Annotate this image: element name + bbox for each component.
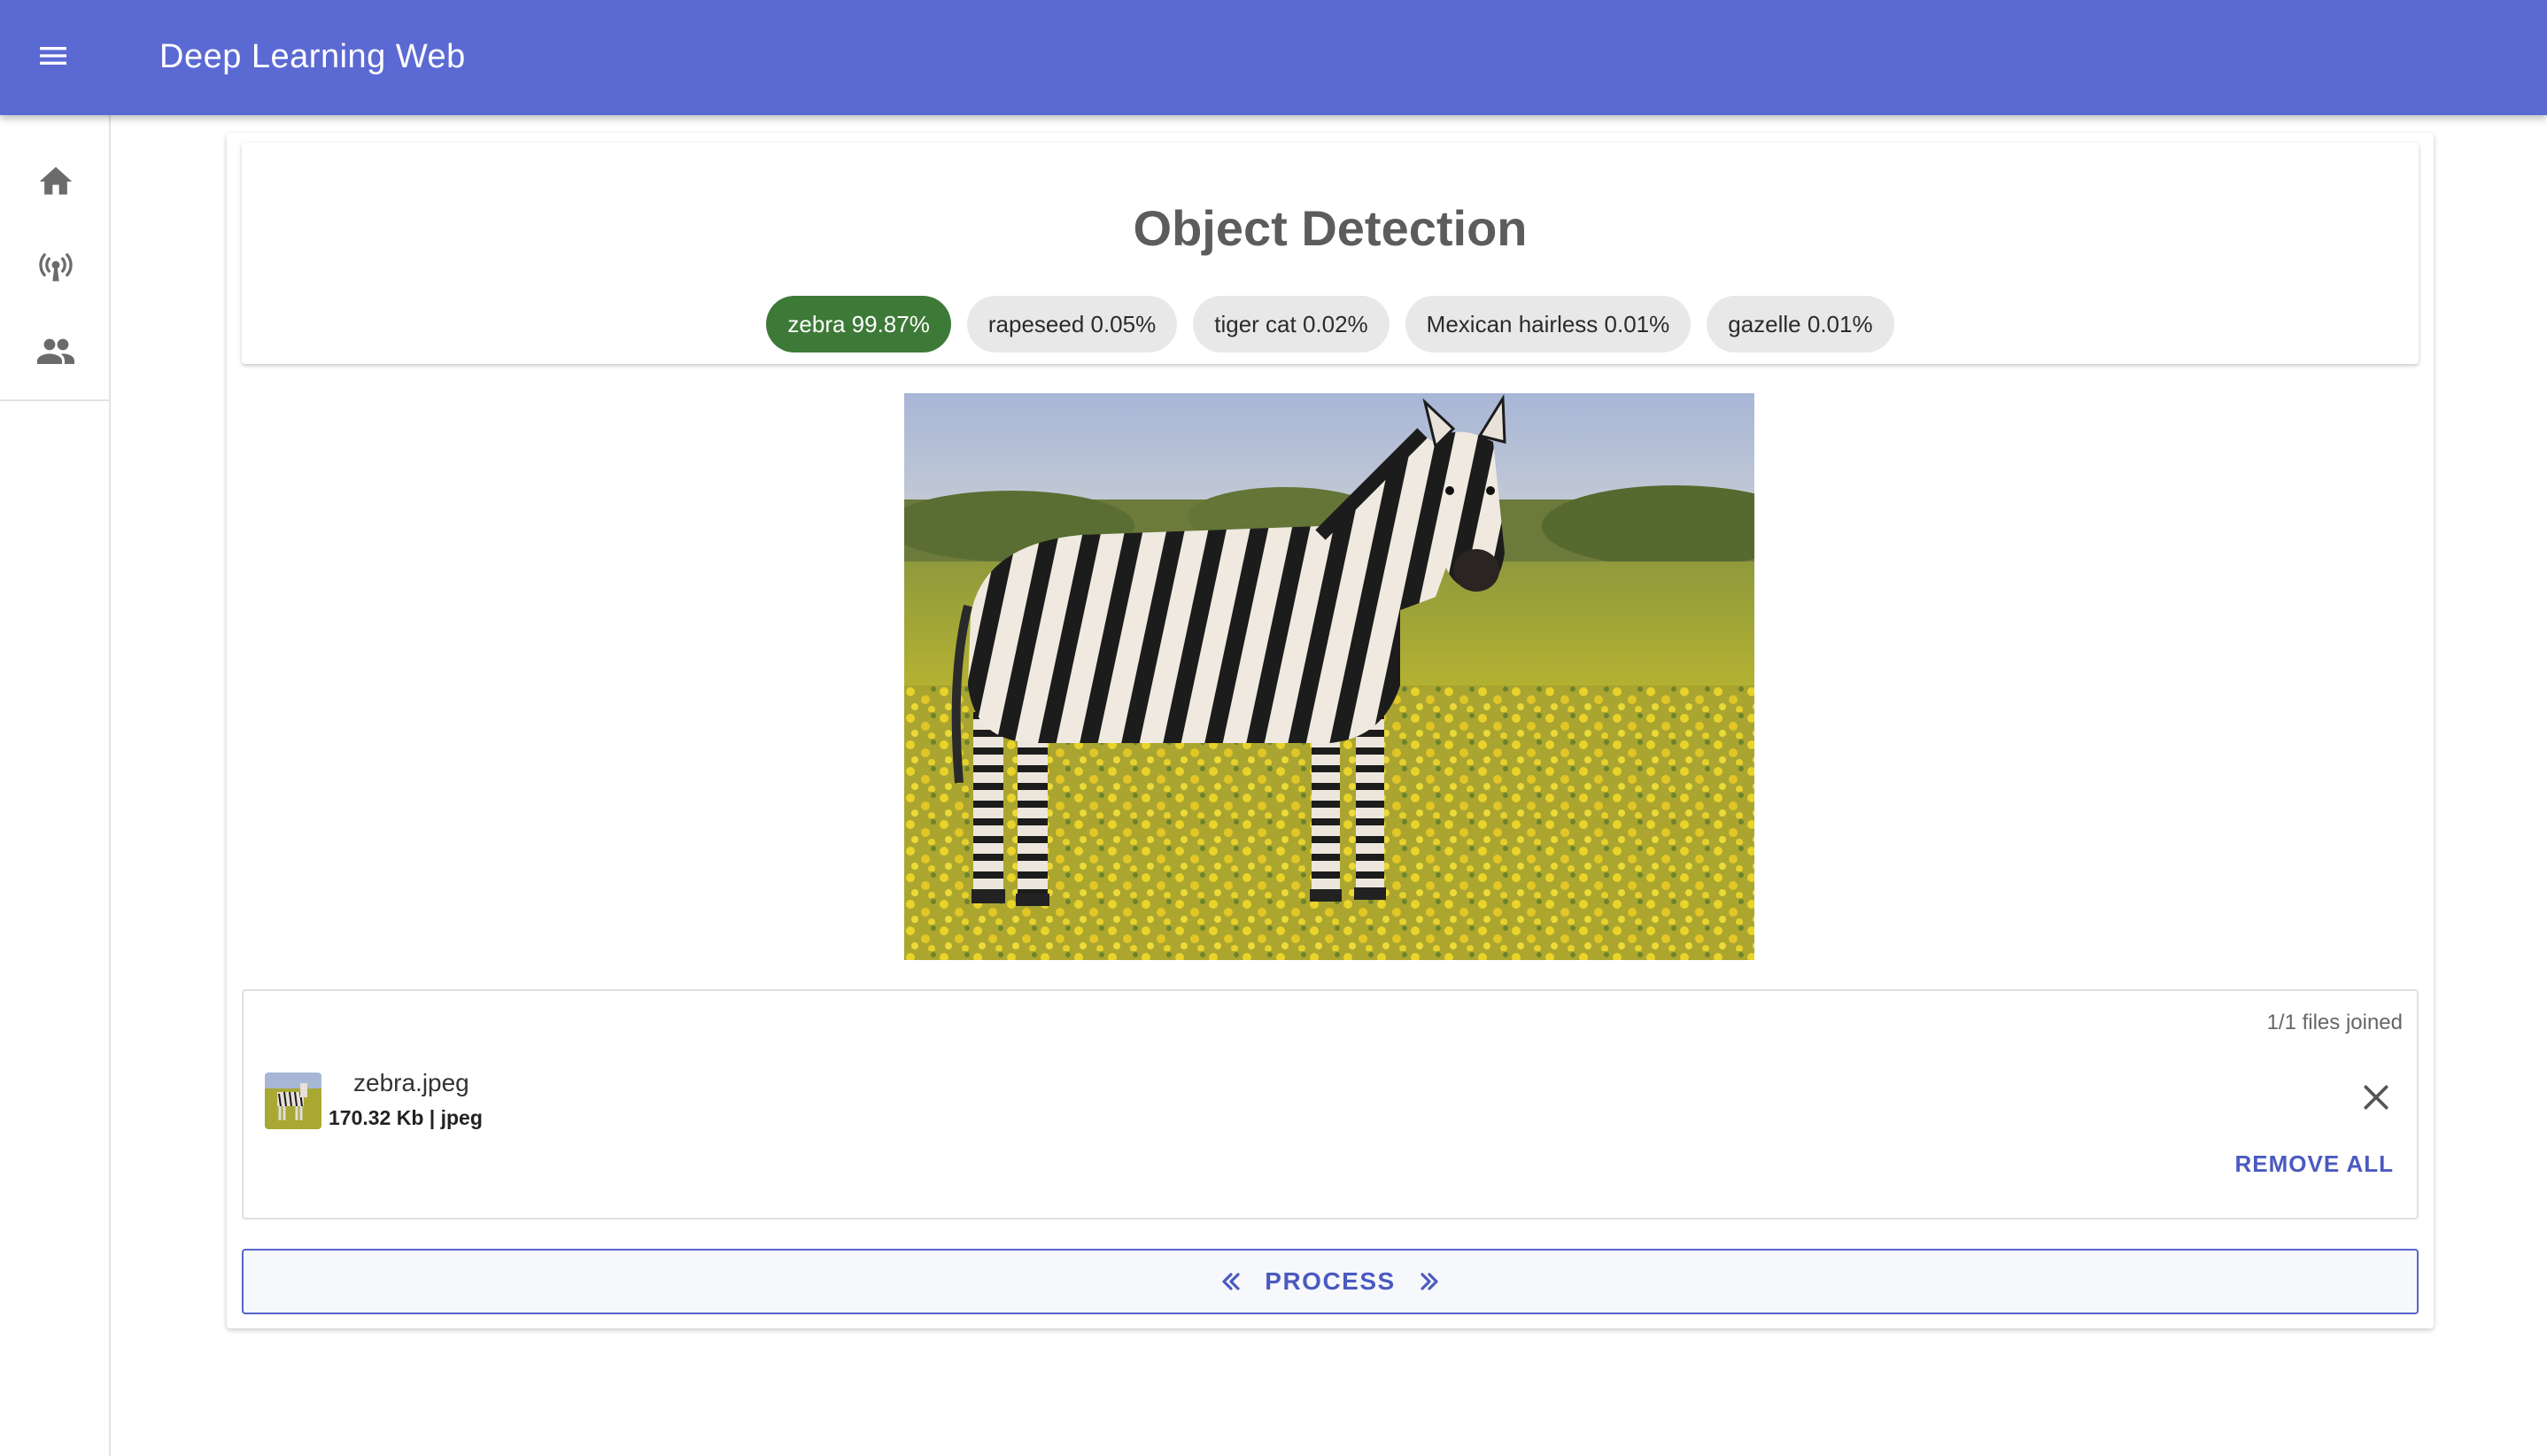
app-title: Deep Learning Web: [159, 38, 466, 75]
broadcast-icon: [38, 253, 73, 282]
side-rail: [0, 115, 111, 1456]
prediction-chip-rapeseed[interactable]: rapeseed 0.05%: [966, 296, 1178, 352]
prediction-chip-gazelle[interactable]: gazelle 0.01%: [1707, 296, 1894, 352]
files-joined-count: 1/1 files joined: [2266, 1011, 2403, 1034]
app-bar: Deep Learning Web: [0, 0, 2547, 115]
people-icon: [36, 338, 74, 364]
menu-button[interactable]: [25, 27, 81, 84]
remove-file-button[interactable]: [2353, 1074, 2399, 1120]
file-dropzone[interactable]: 1/1 files joined zebra.jpeg 170.32 Kb | …: [242, 989, 2419, 1220]
main-card: Object Detection zebra 99.87% rapeseed 0…: [227, 133, 2434, 1328]
preview-image: [904, 393, 1754, 960]
detection-header-card: Object Detection zebra 99.87% rapeseed 0…: [242, 143, 2419, 364]
prediction-chip-mexican-hairless[interactable]: Mexican hairless 0.01%: [1405, 296, 1692, 352]
close-icon: [2364, 1085, 2388, 1110]
remove-all-button[interactable]: REMOVE ALL: [2235, 1150, 2394, 1178]
file-thumbnail: [265, 1073, 321, 1129]
prediction-chip-zebra[interactable]: zebra 99.87%: [766, 296, 951, 352]
prediction-chips: zebra 99.87% rapeseed 0.05% tiger cat 0.…: [242, 296, 2419, 352]
prediction-chip-tiger-cat[interactable]: tiger cat 0.02%: [1193, 296, 1390, 352]
rail-item-home[interactable]: [0, 139, 111, 224]
page-title: Object Detection: [1133, 200, 1528, 256]
rail-items: [0, 115, 111, 401]
home-icon: [39, 167, 72, 195]
chevrons-left-icon: [1222, 1273, 1240, 1290]
process-button[interactable]: PROCESS: [242, 1249, 2419, 1314]
chevrons-right-icon: [1421, 1273, 1438, 1290]
process-label: PROCESS: [1265, 1267, 1396, 1295]
file-meta: 170.32 Kb | jpeg: [329, 1106, 483, 1129]
rail-item-broadcast[interactable]: [0, 224, 111, 309]
menu-icon: [40, 47, 66, 65]
file-name: zebra.jpeg: [353, 1069, 469, 1096]
rail-item-people[interactable]: [0, 309, 111, 394]
